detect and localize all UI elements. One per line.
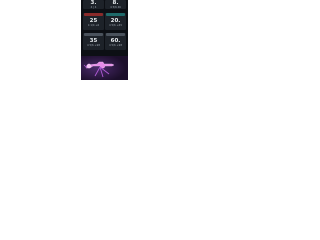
stat-card-3[interactable]: 25 4 1/4 +6 <box>83 13 104 30</box>
stat-meta: 4 5/6 46 <box>110 6 121 9</box>
stat-meta: 4 5/6 +65 <box>109 24 122 27</box>
stat-card-5[interactable]: 35 4 5/6 +98 <box>83 33 104 50</box>
stat-card-4[interactable]: 20. 4 5/6 +65 <box>105 13 126 30</box>
stat-meta: 4 5/6 +98 <box>109 44 122 47</box>
rarity-tag <box>84 13 103 16</box>
rarity-tag <box>106 13 125 16</box>
rarity-tag <box>106 33 125 36</box>
rarity-tag <box>84 33 103 36</box>
stat-card-1[interactable]: 3. 4 | 4 <box>83 0 104 9</box>
weapon-banner[interactable] <box>81 56 128 80</box>
stat-meta: 4 1/4 +6 <box>87 24 100 27</box>
stat-meta: 4 | 4 <box>90 6 97 9</box>
weapon-icon <box>81 56 128 80</box>
stat-card-6[interactable]: 60. 4 5/6 +98 <box>105 33 126 50</box>
stat-card-2[interactable]: 8. 4 5/6 46 <box>105 0 126 9</box>
weapon-stats-panel: 3. 4 | 4 8. 4 5/6 46 25 4 1/4 +6 20. 4 5… <box>81 0 128 80</box>
stat-meta: 4 5/6 +98 <box>87 44 100 47</box>
